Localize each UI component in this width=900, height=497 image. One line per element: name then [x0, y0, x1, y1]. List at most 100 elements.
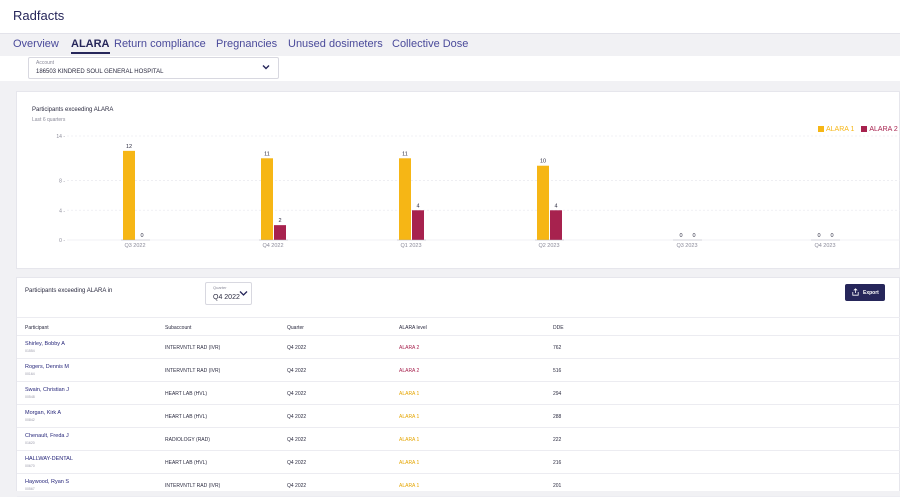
column-header-alara-level[interactable]: ALARA level	[399, 325, 427, 331]
subaccount-cell: HEART LAB (HVL)	[165, 460, 208, 466]
subaccount-cell: INTERVNTLT RAD (IVR)	[165, 368, 221, 374]
participant-id: 00670	[25, 464, 35, 468]
subaccount-cell: INTERVNTLT RAD (IVR)	[165, 345, 221, 351]
x-tick-label: Q4 2022	[262, 243, 283, 249]
tab-alara[interactable]: ALARA	[71, 38, 110, 54]
participant-name-link[interactable]: Chenault, Freda J	[25, 433, 69, 439]
account-value: 186503 KINDRED SOUL GENERAL HOSPITAL	[36, 69, 164, 75]
export-label: Export	[863, 290, 879, 296]
quarter-cell: Q4 2022	[287, 483, 307, 489]
alara-level-cell: ALARA 1	[399, 460, 420, 466]
participant-name-link[interactable]: Rogers, Dennis M	[25, 364, 69, 370]
data-label: 0	[692, 233, 695, 239]
table-row[interactable]: Shirley, Bobby A 01554 INTERVNTLT RAD (IVR…	[17, 336, 900, 359]
alara-level-cell: ALARA 1	[399, 391, 420, 397]
participant-name-link[interactable]: Haywood, Ryan S	[25, 479, 69, 485]
column-header-subaccount[interactable]: Subaccount	[165, 325, 191, 331]
dde-cell: 294	[553, 391, 562, 397]
dde-cell: 216	[553, 460, 562, 466]
subaccount-cell: INTERVNTLT RAD (IVR)	[165, 483, 221, 489]
quarter-cell: Q4 2022	[287, 437, 307, 443]
tab-overview[interactable]: Overview	[13, 38, 59, 50]
data-label: 0	[817, 233, 820, 239]
account-select[interactable]: Account 186503 KINDRED SOUL GENERAL HOSP…	[28, 57, 279, 79]
table-header: Participant Subaccount Quarter ALARA lev…	[17, 317, 900, 336]
dde-cell: 516	[553, 368, 562, 374]
participant-id: 00842	[25, 418, 35, 422]
table-row[interactable]: HALLWAY-DENTAL 00670 HEART LAB (HVL) Q4 202…	[17, 451, 900, 474]
alara-chart-card: 0 - 4 - 8 - 14 - 12 0 Q3 2022 11 2 Q4 2022 11 4 Q1 2…	[16, 91, 900, 269]
export-button[interactable]: Export	[845, 284, 885, 301]
legend-item-alara-1[interactable]: ALARA 1	[818, 126, 854, 133]
participant-name-link[interactable]: Shirley, Bobby A	[25, 341, 65, 347]
subaccount-cell: HEART LAB (HVL)	[165, 414, 208, 420]
tab-collective-dose[interactable]: Collective Dose	[392, 38, 468, 50]
quarter-cell: Q4 2022	[287, 368, 307, 374]
chevron-down-icon	[239, 291, 248, 296]
data-label: 0	[679, 233, 682, 239]
participant-id: 01554	[25, 349, 35, 353]
table-row[interactable]: Swain, Christian J 00548 HEART LAB (HVL) Q4…	[17, 382, 900, 405]
y-tick-label: 14 -	[56, 134, 65, 140]
top-bar: Radfacts	[0, 0, 900, 34]
column-header-dde[interactable]: DDE	[553, 325, 564, 331]
quarter-caption: Quarter	[213, 285, 227, 290]
participants-table-card: Participants exceeding ALARA in Quarter …	[16, 277, 900, 497]
participant-name-link[interactable]: Morgan, Kirk A	[25, 410, 61, 416]
alara-level-cell: ALARA 2	[399, 368, 420, 374]
alara-level-cell: ALARA 2	[399, 345, 420, 351]
participant-name-link[interactable]: Swain, Christian J	[25, 387, 69, 393]
quarter-select[interactable]: Quarter Q4 2022	[205, 282, 252, 305]
participant-id: 01620	[25, 441, 35, 445]
chart-subtitle: Last 6 quarters	[32, 117, 66, 123]
data-label: 0	[830, 233, 833, 239]
column-header-participant[interactable]: Participant	[25, 325, 49, 331]
bar-alara-1	[537, 165, 549, 240]
y-tick-label: 4 -	[59, 208, 65, 214]
alara-level-cell: ALARA 1	[399, 414, 420, 420]
bar-alara-2	[550, 210, 562, 240]
data-label: 0	[140, 233, 143, 239]
quarter-cell: Q4 2022	[287, 414, 307, 420]
dde-cell: 222	[553, 437, 562, 443]
y-tick-label: 8 -	[59, 179, 65, 185]
column-header-quarter[interactable]: Quarter	[287, 325, 304, 331]
legend-label-alara-2: ALARA 2	[869, 126, 898, 133]
quarter-cell: Q4 2022	[287, 345, 307, 351]
app-title: Radfacts	[13, 8, 65, 23]
data-label: 12	[126, 144, 132, 150]
tab-bar: Overview ALARA Return compliance Pregnan…	[0, 34, 900, 56]
subaccount-cell: HEART LAB (HVL)	[165, 391, 208, 397]
quarter-cell: Q4 2022	[287, 391, 307, 397]
table-row[interactable]: Morgan, Kirk A 00842 HEART LAB (HVL) Q4 202…	[17, 405, 900, 428]
bar-alara-2	[274, 225, 286, 240]
participant-id: 00548	[25, 395, 35, 399]
participant-name-link[interactable]: HALLWAY-DENTAL	[25, 456, 73, 462]
data-label: 11	[264, 151, 270, 157]
upload-icon	[852, 288, 859, 296]
data-label: 10	[540, 159, 546, 165]
tab-return-compliance[interactable]: Return compliance	[114, 38, 206, 50]
tab-pregnancies[interactable]: Pregnancies	[216, 38, 277, 50]
bar-alara-1	[261, 158, 273, 240]
table-row[interactable]: Chenault, Freda J 01620 RADIOLOGY (RAD) Q4 …	[17, 428, 900, 451]
table-row[interactable]: Rogers, Dennis M 00164 INTERVNTLT RAD (IVR…	[17, 359, 900, 382]
tab-unused-dosimeters[interactable]: Unused dosimeters	[288, 38, 383, 50]
participant-id: 00567	[25, 487, 35, 491]
table-title: Participants exceeding ALARA in	[25, 288, 113, 294]
chart-legend: ALARA 1 ALARA 2	[818, 126, 900, 133]
chevron-down-icon	[262, 65, 270, 70]
dde-cell: 201	[553, 483, 562, 489]
bar-alara-1	[123, 150, 135, 240]
table-row[interactable]: Haywood, Ryan S 00567 INTERVNTLT RAD (IVR)…	[17, 474, 900, 497]
dde-cell: 762	[553, 345, 562, 351]
participant-id: 00164	[25, 372, 35, 376]
data-label: 4	[554, 203, 557, 209]
account-bar: Account 186503 KINDRED SOUL GENERAL HOSP…	[0, 56, 900, 81]
alara-bar-chart: 0 - 4 - 8 - 14 - 12 0 Q3 2022 11 2 Q4 2022 11 4 Q1 2…	[56, 134, 900, 249]
subaccount-cell: RADIOLOGY (RAD)	[165, 437, 210, 443]
x-tick-label: Q3 2023	[676, 243, 697, 249]
legend-item-alara-2[interactable]: ALARA 2	[861, 126, 898, 133]
legend-label-alara-1: ALARA 1	[826, 126, 855, 133]
chart-title: Participants exceeding ALARA	[32, 107, 114, 113]
